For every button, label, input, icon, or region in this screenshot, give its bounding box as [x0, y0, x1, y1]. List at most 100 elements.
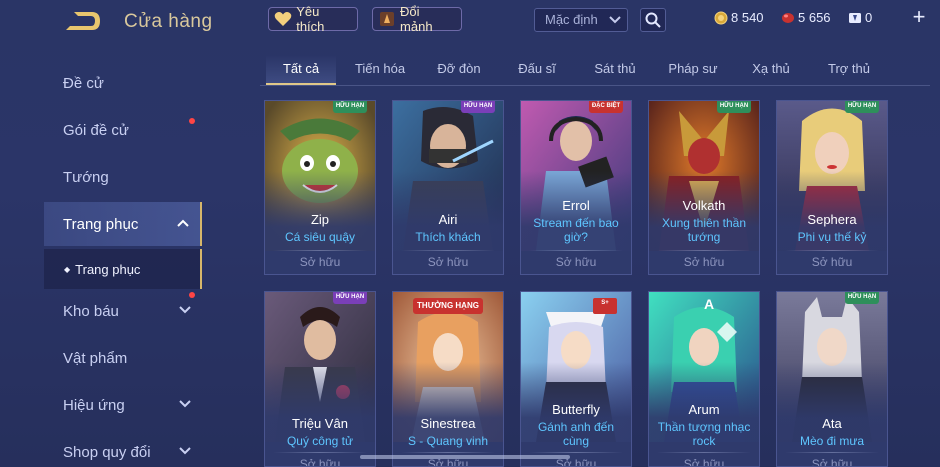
sidebar-item-bundles[interactable]: Gói đề cử — [44, 108, 202, 152]
back-button[interactable] — [64, 9, 104, 33]
owned-status: Sở hữu — [683, 255, 725, 269]
owned-status: Sở hữu — [299, 255, 341, 269]
notification-dot — [189, 292, 195, 298]
category-tabs: Tất cả Tiến hóa Đỡ đòn Đấu sĩ Sát thủ Ph… — [260, 55, 930, 87]
limited-badge: HỮU HẠN — [333, 292, 367, 304]
skin-card[interactable]: A Arum Thần tượng nhạc rock Sở hữu — [648, 291, 760, 467]
gold-coin-icon — [714, 11, 728, 24]
sidebar-item-heroes[interactable]: Tướng — [44, 155, 202, 199]
sidebar: Đề cử Gói đề cử Tướng Trang phục ◆ Trang… — [0, 58, 210, 467]
chevron-down-icon — [179, 400, 191, 408]
hero-name: Sephera — [807, 212, 857, 227]
tab-mage[interactable]: Pháp sư — [662, 55, 724, 85]
sidebar-subitem-label: Trang phục — [75, 261, 141, 277]
add-currency-button[interactable]: + — [909, 6, 929, 28]
skin-card[interactable]: HỮU HẠN Sephera Phi vụ thế kỷ Sở hữu — [776, 100, 888, 275]
voucher-counter: 0 — [848, 10, 872, 25]
owned-status: Sở hữu — [555, 255, 597, 269]
skin-name: Thích khách — [415, 230, 481, 244]
page-title: Cửa hàng — [124, 11, 213, 32]
skin-card[interactable]: HỮU HẠN Triệu Vân Quý công tử Sở hữu — [264, 291, 376, 467]
tab-marksman[interactable]: Xạ thủ — [744, 55, 798, 85]
sidebar-item-skins[interactable]: Trang phục — [44, 202, 202, 246]
skin-card[interactable]: ĐẶC BIỆT Errol Stream đến bao giờ? Sở hữ… — [520, 100, 632, 275]
shard-icon — [377, 9, 396, 29]
sidebar-subitem-skins[interactable]: ◆ Trang phục — [44, 249, 202, 289]
chevron-down-icon — [179, 447, 191, 455]
notification-dot — [189, 118, 195, 124]
ruby-counter: 5 656 — [781, 10, 831, 25]
sidebar-item-label: Tướng — [63, 168, 109, 186]
sidebar-item-label: Gói đề cử — [63, 121, 129, 139]
tab-support[interactable]: Trợ thủ — [820, 55, 878, 85]
skin-name: Stream đến bao giờ? — [533, 216, 619, 244]
hero-name: Triệu Vân — [292, 416, 348, 431]
skin-card[interactable]: S+ Butterfly Gánh anh đến cùng Sở hữu — [520, 291, 632, 467]
hero-name: Arum — [688, 402, 720, 417]
sidebar-item-label: Kho báu — [63, 302, 119, 320]
owned-status: Sở hữu — [299, 457, 341, 467]
voucher-amount: 0 — [865, 10, 873, 25]
sidebar-item-treasure[interactable]: Kho báu — [44, 289, 202, 333]
owned-status: Sở hữu — [427, 255, 469, 269]
owned-status: Sở hữu — [683, 457, 725, 467]
ranked-badge: THƯỞNG HẠNG — [413, 298, 483, 314]
hero-name: Ata — [822, 416, 842, 431]
exchange-shards-label: Đổi mảnh — [400, 4, 433, 34]
sidebar-item-effects[interactable]: Hiệu ứng — [44, 383, 202, 427]
tab-fighter[interactable]: Đấu sĩ — [510, 55, 564, 85]
limited-badge: HỮU HẠN — [717, 101, 751, 113]
tier-badge: A — [703, 296, 715, 312]
tabs-divider — [260, 85, 930, 86]
sidebar-item-label: Hiệu ứng — [63, 396, 125, 414]
hero-name: Errol — [562, 198, 590, 213]
skin-name: Quý công tử — [286, 434, 354, 448]
limited-badge: HỮU HẠN — [845, 292, 879, 304]
skin-card[interactable]: THƯỞNG HẠNG Sinestrea S - Quang vinh Sở … — [392, 291, 504, 467]
sidebar-item-label: Đề cử — [63, 74, 104, 92]
bullet-icon: ◆ — [64, 264, 71, 274]
favorites-button[interactable]: Yêu thích — [268, 4, 358, 34]
scroll-indicator[interactable] — [360, 455, 570, 459]
sidebar-item-featured[interactable]: Đề cử — [44, 61, 202, 105]
tab-evolution[interactable]: Tiến hóa — [348, 55, 412, 85]
tab-assassin[interactable]: Sát thủ — [588, 55, 642, 85]
hero-name: Zip — [310, 212, 330, 227]
limited-badge: HỮU HẠN — [333, 101, 367, 113]
sidebar-item-exchange-shop[interactable]: Shop quy đổi — [44, 430, 202, 467]
tab-tank[interactable]: Đỡ đòn — [430, 55, 488, 85]
skin-name: Phi vụ thế kỷ — [797, 230, 867, 244]
sort-value: Mặc định — [545, 12, 598, 27]
sidebar-item-label: Trang phục — [63, 215, 139, 233]
tab-all[interactable]: Tất cả — [266, 55, 336, 85]
skin-name: Gánh anh đến cùng — [537, 420, 615, 448]
top-bar: Cửa hàng Yêu thích Đổi mảnh Mặc định 8 5… — [0, 0, 940, 40]
ruby-amount: 5 656 — [798, 10, 831, 25]
gold-amount: 8 540 — [731, 10, 764, 25]
sort-select[interactable]: Mặc định — [534, 8, 628, 32]
special-badge: ĐẶC BIỆT — [589, 101, 623, 113]
limited-badge: HỮU HẠN — [461, 101, 495, 113]
chevron-down-icon — [179, 306, 191, 314]
hero-name: Volkath — [682, 198, 726, 213]
exchange-shards-button[interactable]: Đổi mảnh — [372, 4, 462, 34]
skin-card[interactable]: HỮU HẠN Zip Cá siêu quậy Sở hữu — [264, 100, 376, 275]
chevron-up-icon — [177, 219, 189, 227]
limited-badge: HỮU HẠN — [845, 101, 879, 113]
hero-name: Sinestrea — [420, 416, 476, 431]
skin-name: S - Quang vinh — [407, 434, 489, 448]
skin-card[interactable]: HỮU HẠN Volkath Xung thiên thần tướng Sở… — [648, 100, 760, 275]
ruby-icon — [782, 12, 794, 23]
search-button[interactable] — [640, 8, 666, 32]
sidebar-item-label: Shop quy đổi — [63, 443, 151, 461]
skin-card[interactable]: HỮU HẠN Ata Mèo đi mưa Sở hữu — [776, 291, 888, 467]
hero-name: Airi — [438, 212, 458, 227]
hero-name: Butterfly — [552, 402, 600, 417]
chevron-down-icon — [609, 16, 621, 24]
search-icon — [645, 12, 661, 28]
skin-name: Xung thiên thần tướng — [661, 216, 747, 244]
skin-card[interactable]: HỮU HẠN Airi Thích khách Sở hữu — [392, 100, 504, 275]
sidebar-item-items[interactable]: Vật phẩm — [44, 336, 202, 380]
skin-name: Cá siêu quậy — [284, 230, 356, 244]
skin-name: Thần tượng nhạc rock — [657, 420, 751, 448]
